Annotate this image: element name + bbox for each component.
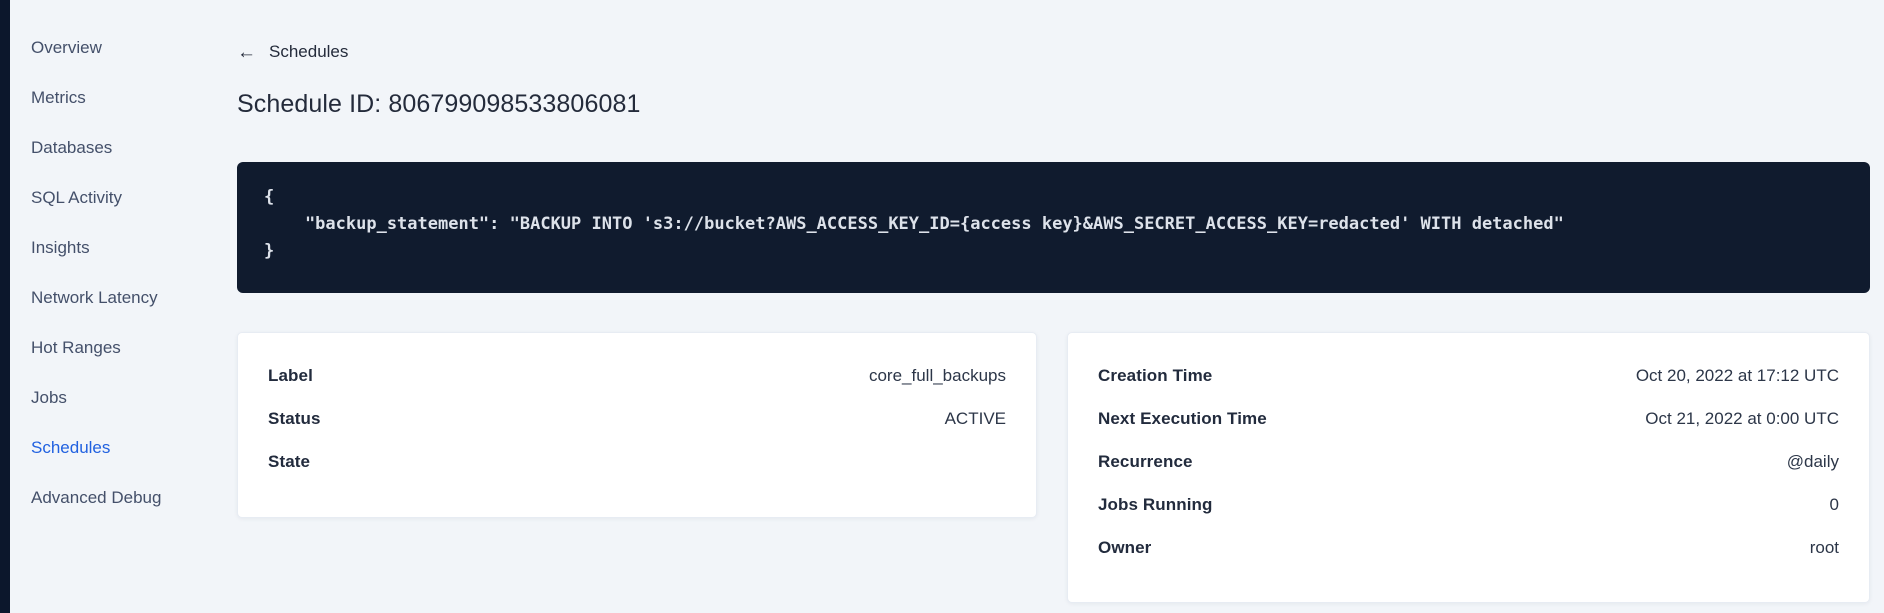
- row-label: Owner: [1098, 537, 1152, 557]
- sidebar-item-insights[interactable]: Insights: [10, 223, 220, 273]
- table-row: Label core_full_backups: [268, 354, 1006, 397]
- sidebar: Overview Metrics Databases SQL Activity …: [10, 23, 220, 523]
- sidebar-item-advanced-debug[interactable]: Advanced Debug: [10, 473, 220, 523]
- sidebar-item-jobs[interactable]: Jobs: [10, 373, 220, 423]
- sidebar-item-databases[interactable]: Databases: [10, 123, 220, 173]
- schedule-definition-json: { "backup_statement": "BACKUP INTO 's3:/…: [264, 184, 1843, 265]
- row-value: 0: [1829, 494, 1839, 514]
- back-link-label: Schedules: [269, 42, 349, 61]
- row-value: ACTIVE: [944, 408, 1006, 428]
- table-row: Next Execution Time Oct 21, 2022 at 0:00…: [1098, 397, 1839, 440]
- row-value: @daily: [1786, 451, 1839, 471]
- sidebar-item-metrics[interactable]: Metrics: [10, 73, 220, 123]
- left-dark-rail: [0, 0, 10, 613]
- row-label: Jobs Running: [1098, 494, 1213, 514]
- back-to-schedules-link[interactable]: ← Schedules: [237, 42, 348, 62]
- sidebar-item-network-latency[interactable]: Network Latency: [10, 273, 220, 323]
- code-line: "backup_statement": "BACKUP INTO 's3://b…: [264, 214, 1564, 234]
- row-label: Recurrence: [1098, 451, 1193, 471]
- table-row: State: [268, 440, 1006, 483]
- table-row: Status ACTIVE: [268, 397, 1006, 440]
- row-label: Creation Time: [1098, 365, 1213, 385]
- row-value: core_full_backups: [868, 365, 1006, 385]
- schedule-label-card: Label core_full_backups Status ACTIVE St…: [237, 332, 1037, 518]
- table-row: Recurrence @daily: [1098, 440, 1839, 483]
- table-row: Creation Time Oct 20, 2022 at 17:12 UTC: [1098, 354, 1839, 397]
- row-label: Status: [268, 408, 321, 428]
- page-title: Schedule ID: 806799098533806081: [237, 90, 641, 118]
- sidebar-item-sql-activity[interactable]: SQL Activity: [10, 173, 220, 223]
- row-label: State: [268, 451, 311, 471]
- table-row: Owner root: [1098, 526, 1839, 569]
- detail-cards: Label core_full_backups Status ACTIVE St…: [237, 332, 1870, 603]
- row-label: Label: [268, 365, 313, 385]
- code-line: }: [264, 241, 275, 261]
- sidebar-item-hot-ranges[interactable]: Hot Ranges: [10, 323, 220, 373]
- row-label: Next Execution Time: [1098, 408, 1267, 428]
- code-line: {: [264, 187, 275, 207]
- row-value: Oct 20, 2022 at 17:12 UTC: [1635, 365, 1839, 385]
- table-row: Jobs Running 0: [1098, 483, 1839, 526]
- sidebar-item-schedules[interactable]: Schedules: [10, 423, 220, 473]
- row-value: Oct 21, 2022 at 0:00 UTC: [1645, 408, 1839, 428]
- back-arrow-icon: ←: [237, 41, 256, 63]
- sidebar-item-overview[interactable]: Overview: [10, 23, 220, 73]
- row-value: root: [1809, 537, 1839, 557]
- schedule-meta-card: Creation Time Oct 20, 2022 at 17:12 UTC …: [1067, 332, 1870, 603]
- schedule-definition-code-block: { "backup_statement": "BACKUP INTO 's3:/…: [237, 162, 1870, 293]
